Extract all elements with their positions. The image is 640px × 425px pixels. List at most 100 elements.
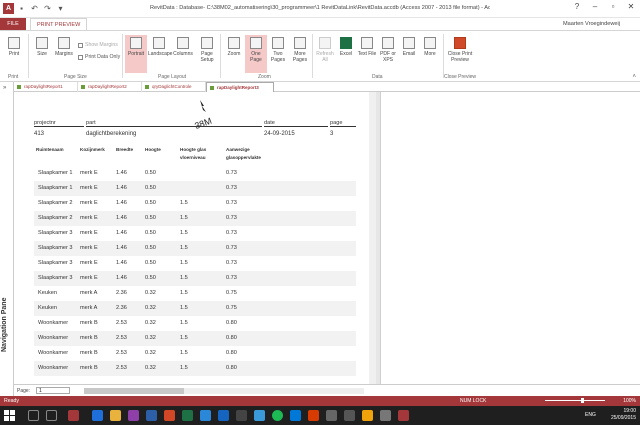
horizontal-scrollbar[interactable]	[84, 388, 364, 394]
save-icon[interactable]: ▪	[17, 4, 26, 13]
cell-vloer: 1.5	[180, 230, 188, 236]
clock[interactable]: 19:00 25/09/2015	[611, 408, 636, 422]
maximize-button[interactable]: ▫	[604, 0, 622, 14]
app-icon[interactable]	[380, 410, 391, 421]
printer-icon	[8, 37, 20, 49]
navigation-pane[interactable]: » Navigation Pane	[0, 82, 14, 396]
column-header-kozijnmerk: Kozijnmerk	[80, 147, 105, 152]
close-window-button[interactable]: ✕	[622, 0, 640, 14]
cell-name: Slaapkamer 1	[38, 170, 73, 176]
file-explorer-icon[interactable]	[110, 410, 121, 421]
portrait-label: Portrait	[127, 51, 145, 57]
customize-qat-icon[interactable]: ▾	[56, 4, 65, 13]
email-export-button[interactable]: Email	[398, 35, 420, 73]
cell-name: Slaapkamer 2	[38, 215, 73, 221]
excel-taskbar-icon[interactable]	[182, 410, 193, 421]
refresh-all-label: Refresh All	[316, 51, 334, 63]
size-button[interactable]: Size	[31, 35, 53, 73]
app-icon[interactable]	[398, 410, 409, 421]
one-page-button[interactable]: One Page	[245, 35, 267, 73]
print-data-only-checkbox[interactable]: Print Data Only	[78, 54, 120, 60]
zoom-level[interactable]: 100%	[623, 398, 636, 404]
projectnr-value: 413	[34, 131, 45, 137]
access-app-icon[interactable]: A	[3, 3, 14, 14]
access-taskbar-icon[interactable]	[68, 410, 79, 421]
edge-icon[interactable]	[92, 410, 103, 421]
cell-glas: 0.73	[226, 185, 237, 191]
more-pages-button[interactable]: More Pages	[289, 35, 311, 73]
excel-export-button[interactable]: Excel	[335, 35, 357, 73]
word-icon[interactable]	[146, 410, 157, 421]
close-print-preview-button[interactable]: Close Print Preview	[446, 35, 474, 73]
columns-label: Columns	[173, 51, 193, 57]
cell-vloer: 1.5	[180, 305, 188, 311]
navigation-pane-label: Navigation Pane	[1, 297, 8, 352]
outlook-icon[interactable]	[200, 410, 211, 421]
tab-file[interactable]: FILE	[0, 18, 26, 30]
tab-print-preview[interactable]: PRINT PREVIEW	[30, 18, 88, 30]
office-icon[interactable]	[308, 410, 319, 421]
skype-icon[interactable]	[254, 410, 265, 421]
zoom-slider[interactable]	[545, 398, 605, 403]
page-number-input[interactable]: 1	[36, 387, 70, 394]
refresh-all-button[interactable]: Refresh All	[314, 35, 336, 73]
scrollbar-thumb[interactable]	[84, 388, 184, 394]
app-icon[interactable]	[344, 410, 355, 421]
cell-breedte: 1.46	[116, 215, 127, 221]
page-value: 3	[330, 131, 334, 137]
powerpoint-icon[interactable]	[164, 410, 175, 421]
tab-rap-daylight-report-1[interactable]: rapDaylightReport1	[14, 82, 78, 92]
tab-rap-daylight-report-3[interactable]: rapDaylightReport3	[206, 82, 274, 92]
tab-rap-daylight-report-2[interactable]: rapDaylightReport2	[78, 82, 142, 92]
more-export-button[interactable]: More	[419, 35, 441, 73]
task-view-icon[interactable]	[46, 410, 57, 421]
cell-breedte: 2.53	[116, 335, 127, 341]
columns-button[interactable]: Columns	[172, 35, 194, 73]
user-name[interactable]: Maarten Vroegindeweij	[563, 21, 620, 27]
app-icon[interactable]	[326, 410, 337, 421]
cell-glas: 0.80	[226, 365, 237, 371]
windows-start-icon[interactable]	[4, 410, 15, 421]
zoom-slider-thumb[interactable]	[581, 398, 584, 403]
spotify-icon[interactable]	[272, 410, 283, 421]
print-preview-area[interactable]: 38M projectnr part date page 413 daglich…	[14, 92, 640, 384]
onenote-icon[interactable]	[128, 410, 139, 421]
margins-button[interactable]: Margins	[53, 35, 75, 73]
undo-icon[interactable]: ↶	[30, 4, 39, 13]
print-button[interactable]: Print	[3, 35, 25, 73]
cell-hoogte: 0.50	[145, 260, 156, 266]
close-print-preview-label: Close Print Preview	[447, 51, 473, 63]
cell-merk: merk B	[80, 350, 98, 356]
landscape-icon	[153, 37, 165, 49]
expand-nav-icon[interactable]: »	[3, 85, 6, 91]
help-button[interactable]: ?	[568, 0, 586, 14]
zoom-button[interactable]: Zoom	[223, 35, 245, 73]
cell-hoogte: 0.32	[145, 365, 156, 371]
group-label-page-size: Page Size	[64, 74, 87, 80]
show-margins-checkbox[interactable]: Show Margins	[78, 42, 118, 48]
portrait-button[interactable]: Portrait	[125, 35, 147, 73]
revit-icon[interactable]	[218, 410, 229, 421]
cell-hoogte: 0.32	[145, 305, 156, 311]
tab-qry-daglicht-controle[interactable]: qryDaglichtControle	[142, 82, 206, 92]
app-icon[interactable]	[236, 410, 247, 421]
margins-label: Margins	[55, 51, 73, 57]
landscape-button[interactable]: Landscape	[148, 35, 172, 73]
text-file-export-button[interactable]: Text File	[356, 35, 378, 73]
redo-icon[interactable]: ↷	[43, 4, 52, 13]
search-icon[interactable]	[28, 410, 39, 421]
pdf-xps-export-button[interactable]: PDF or XPS	[377, 35, 399, 73]
two-pages-button[interactable]: Two Pages	[267, 35, 289, 73]
cell-breedte: 1.46	[116, 260, 127, 266]
header-rule	[34, 126, 84, 127]
page-setup-label: Page Setup	[200, 51, 214, 63]
store-icon[interactable]	[290, 410, 301, 421]
vertical-scrollbar[interactable]	[369, 92, 376, 384]
collapse-ribbon-icon[interactable]: ˄	[632, 74, 636, 80]
magnifier-icon	[228, 37, 240, 49]
page-setup-button[interactable]: Page Setup	[196, 35, 218, 73]
minimize-button[interactable]: –	[586, 0, 604, 14]
cell-hoogte: 0.32	[145, 320, 156, 326]
app-icon[interactable]	[362, 410, 373, 421]
language-indicator[interactable]: ENG	[585, 412, 596, 418]
